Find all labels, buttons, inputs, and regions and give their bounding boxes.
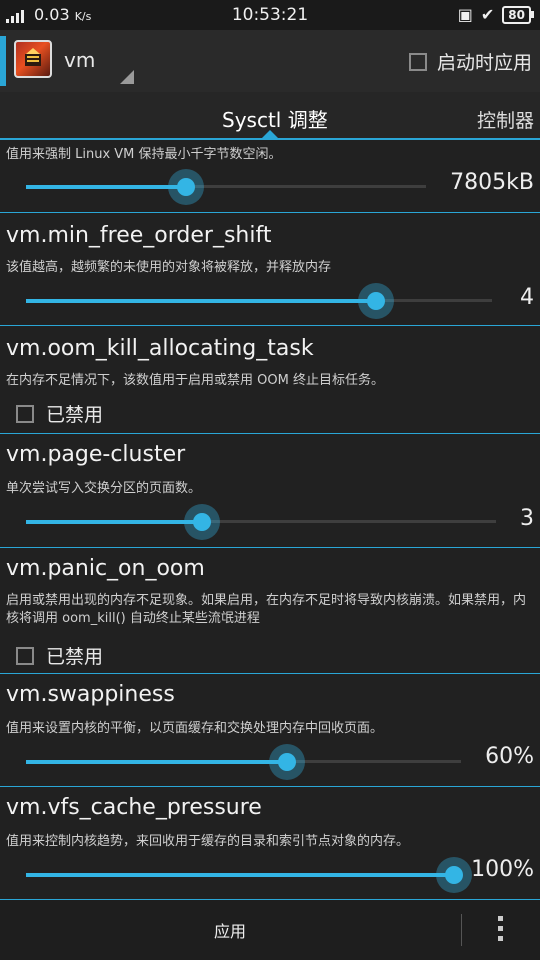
item-description: 单次尝试写入交换分区的页面数。 — [6, 481, 202, 496]
slider-thumb[interactable] — [358, 283, 394, 319]
list-item: 值用来强制 Linux VM 保持最小千字节数空闲。 7805kB — [0, 140, 540, 213]
apply-on-boot-label: 启动时应用 — [436, 52, 532, 74]
action-bar: vm 启动时应用 — [0, 30, 540, 92]
slider-thumb[interactable] — [168, 169, 204, 205]
item-checkbox-row[interactable]: 已禁用 — [16, 642, 103, 669]
tab-controller[interactable]: 控制器 — [477, 106, 534, 133]
list-item: vm.panic_on_oom 启用或禁用出现的内存不足现象。如果启用，在内存不… — [0, 548, 540, 674]
item-description: 值用来控制内核趋势，来回收用于缓存的目录和索引节点对象的内存。 — [6, 834, 410, 849]
status-right: ▣ ✔ 80 — [458, 5, 534, 24]
action-bar-accent — [0, 36, 6, 86]
item-description: 在内存不足情况下，该数值用于启用或禁用 OOM 终止目标任务。 — [6, 373, 384, 388]
overflow-menu-icon[interactable] — [490, 916, 510, 946]
item-title: vm.min_free_order_shift — [6, 223, 272, 248]
dropdown-triangle-icon[interactable] — [120, 70, 134, 84]
item-description: 启用或禁用出现的内存不足现象。如果启用，在内存不足时将导致内核崩溃。如果禁用，内… — [6, 593, 527, 626]
item-title: vm.oom_kill_allocating_task — [6, 336, 314, 361]
item-slider[interactable] — [26, 857, 472, 893]
item-checkbox-row[interactable]: 已禁用 — [16, 400, 103, 427]
list-item: vm.page-cluster 单次尝试写入交换分区的页面数。 3 — [0, 434, 540, 548]
list-item: vm.min_free_order_shift 该值越高，越频繁的未使用的对象将… — [0, 213, 540, 326]
image-icon: ▣ — [457, 5, 473, 24]
check-circle-icon: ✔ — [480, 5, 495, 24]
slider-thumb[interactable] — [436, 857, 472, 893]
app-logo-icon[interactable] — [14, 40, 52, 78]
item-title: vm.swappiness — [6, 682, 175, 707]
item-slider[interactable] — [26, 169, 426, 205]
item-title: vm.page-cluster — [6, 442, 186, 467]
item-value: 4 — [520, 285, 534, 310]
item-value: 100% — [471, 857, 534, 882]
item-checkbox-label: 已禁用 — [46, 404, 104, 426]
item-description: 该值越高，越频繁的未使用的对象将被释放，并释放内存 — [6, 260, 332, 275]
item-value: 60% — [485, 744, 534, 769]
bottom-bar: 应用 — [0, 900, 540, 960]
item-checkbox[interactable] — [16, 404, 34, 423]
tab-sysctl[interactable]: Sysctl 调整 — [222, 104, 328, 133]
item-slider[interactable] — [26, 283, 492, 319]
apply-on-boot[interactable]: 启动时应用 — [408, 48, 532, 75]
item-title: vm.vfs_cache_pressure — [6, 795, 262, 820]
app-title[interactable]: vm — [64, 48, 95, 72]
list-item: vm.oom_kill_allocating_task 在内存不足情况下，该数值… — [0, 326, 540, 434]
tab-indicator — [262, 130, 278, 138]
item-checkbox[interactable] — [16, 646, 34, 665]
slider-thumb[interactable] — [269, 744, 305, 780]
bottom-divider — [461, 914, 462, 946]
status-bar: 0.03 K/s 10:53:21 ▣ ✔ 80 — [0, 0, 540, 30]
apply-button[interactable]: 应用 — [0, 900, 460, 960]
item-checkbox-label: 已禁用 — [46, 646, 104, 668]
list-item: vm.vfs_cache_pressure 值用来控制内核趋势，来回收用于缓存的… — [0, 787, 540, 900]
sysctl-list: 值用来强制 Linux VM 保持最小千字节数空闲。 7805kB vm.min… — [0, 140, 540, 900]
apply-on-boot-checkbox[interactable] — [408, 52, 427, 71]
item-title: vm.panic_on_oom — [6, 556, 205, 581]
item-description: 值用来设置内核的平衡，以页面缓存和交换处理内存中回收页面。 — [6, 721, 384, 736]
item-slider[interactable] — [26, 744, 461, 780]
battery-icon: 80 — [502, 5, 534, 24]
item-description: 值用来强制 Linux VM 保持最小千字节数空闲。 — [6, 147, 282, 162]
list-item: vm.swappiness 值用来设置内核的平衡，以页面缓存和交换处理内存中回收… — [0, 674, 540, 787]
item-slider[interactable] — [26, 504, 496, 540]
item-value: 7805kB — [450, 170, 534, 195]
slider-thumb[interactable] — [184, 504, 220, 540]
item-value: 3 — [520, 506, 534, 531]
